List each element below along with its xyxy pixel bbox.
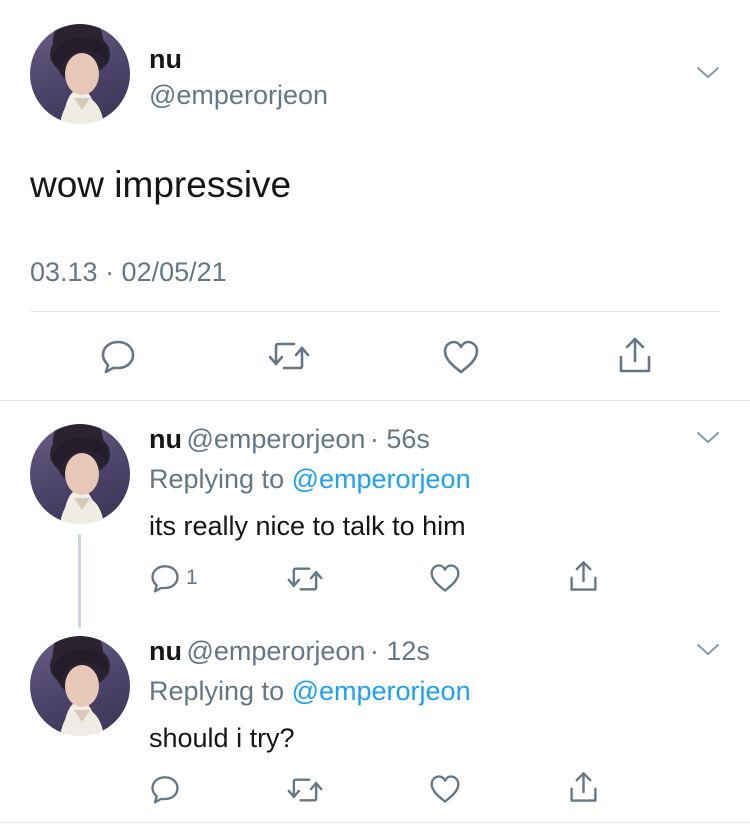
reply-header: nu @emperorjeon · 56s	[149, 424, 430, 455]
tweet-text: wow impressive	[30, 164, 292, 205]
reply-icon[interactable]	[150, 774, 180, 804]
author-handle[interactable]: @emperorjeon	[149, 80, 328, 111]
reply-text: its really nice to talk to him	[149, 511, 466, 541]
replying-to-link[interactable]: @emperorjeon	[292, 676, 471, 706]
retweet-icon[interactable]	[268, 340, 310, 372]
avatar-image	[50, 644, 110, 736]
tweet-timestamp: 03.13 · 02/05/21	[30, 257, 227, 287]
heart-icon[interactable]	[442, 339, 480, 375]
chevron-down-icon[interactable]	[696, 643, 720, 657]
heart-icon[interactable]	[429, 563, 461, 593]
avatar[interactable]	[30, 636, 130, 736]
share-icon[interactable]	[569, 770, 598, 804]
heart-icon[interactable]	[429, 774, 461, 804]
replying-prefix: Replying to	[149, 464, 292, 494]
avatar-image	[50, 432, 110, 524]
reply-icon[interactable]	[100, 338, 136, 374]
replying-prefix: Replying to	[149, 676, 292, 706]
replying-to-link[interactable]: @emperorjeon	[292, 464, 471, 494]
reply-time: · 12s	[369, 636, 430, 666]
replying-to: Replying to @emperorjeon	[149, 464, 471, 495]
avatar[interactable]	[30, 424, 130, 524]
chevron-down-icon[interactable]	[696, 66, 720, 80]
reply-icon[interactable]	[150, 563, 180, 593]
share-icon[interactable]	[569, 559, 598, 593]
share-icon[interactable]	[618, 335, 652, 375]
retweet-icon[interactable]	[287, 776, 323, 804]
reply-text: should i try?	[149, 723, 295, 753]
avatar[interactable]	[30, 24, 130, 124]
author-name[interactable]: nu	[149, 636, 182, 666]
divider	[30, 311, 720, 312]
author-handle[interactable]: @emperorjeon	[186, 424, 365, 454]
reply-time: · 56s	[369, 424, 430, 454]
thread-line	[78, 534, 81, 628]
reply-count: 1	[186, 566, 198, 589]
reply-header: nu @emperorjeon · 12s	[149, 636, 430, 667]
retweet-icon[interactable]	[287, 565, 323, 593]
replying-to: Replying to @emperorjeon	[149, 676, 471, 707]
bottom-divider	[0, 822, 750, 823]
author-name[interactable]: nu	[149, 44, 182, 75]
chevron-down-icon[interactable]	[696, 431, 720, 445]
author-name[interactable]: nu	[149, 424, 182, 454]
avatar-image	[50, 32, 110, 124]
author-handle[interactable]: @emperorjeon	[186, 636, 365, 666]
section-divider	[0, 400, 750, 401]
